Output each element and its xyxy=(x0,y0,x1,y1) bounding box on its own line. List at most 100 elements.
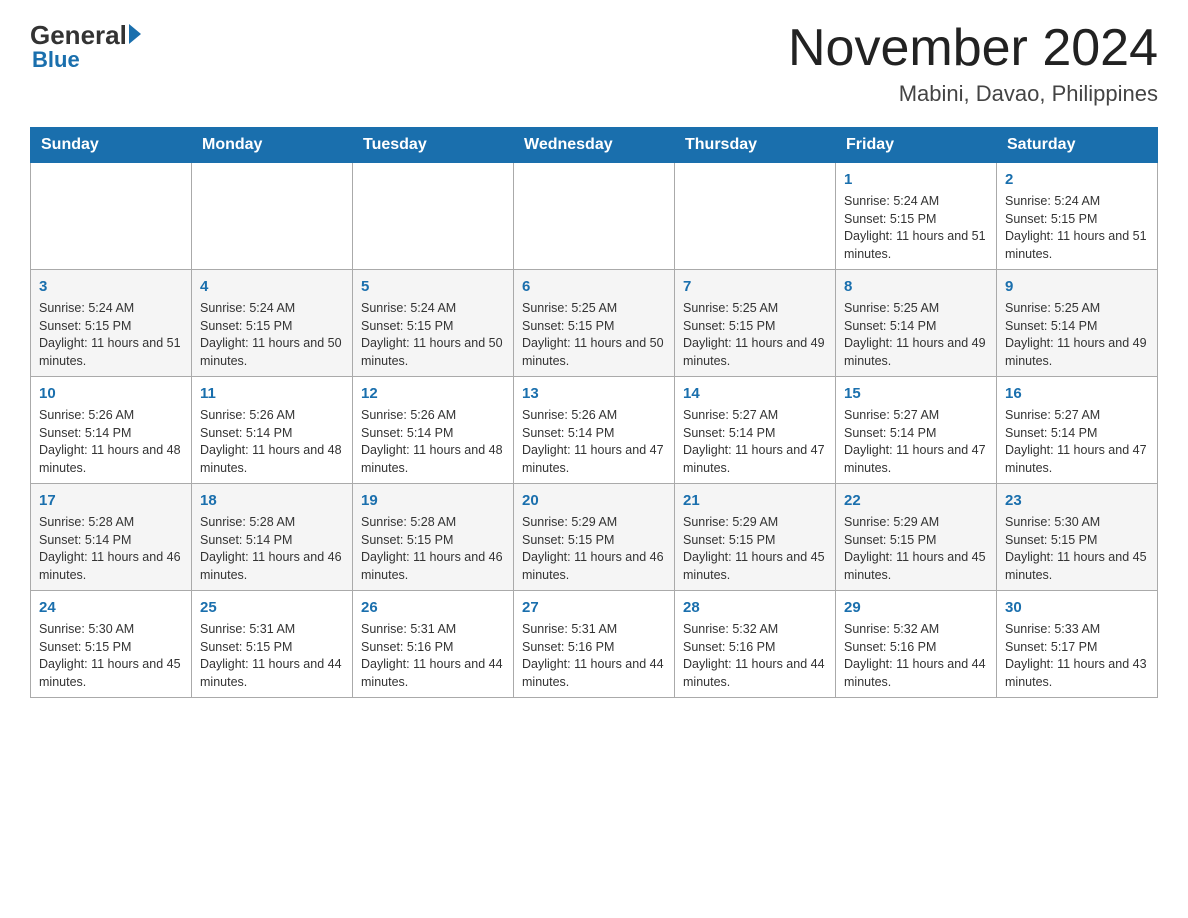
day-info: Daylight: 11 hours and 47 minutes. xyxy=(1005,442,1149,477)
calendar-header-thursday: Thursday xyxy=(675,128,836,163)
day-info: Sunrise: 5:25 AM xyxy=(522,300,666,318)
calendar-cell: 28Sunrise: 5:32 AMSunset: 5:16 PMDayligh… xyxy=(675,591,836,698)
day-info: Daylight: 11 hours and 50 minutes. xyxy=(522,335,666,370)
day-info: Sunset: 5:15 PM xyxy=(522,532,666,550)
day-info: Daylight: 11 hours and 46 minutes. xyxy=(39,549,183,584)
calendar-header-monday: Monday xyxy=(192,128,353,163)
day-info: Sunrise: 5:26 AM xyxy=(522,407,666,425)
calendar-cell: 13Sunrise: 5:26 AMSunset: 5:14 PMDayligh… xyxy=(514,377,675,484)
day-info: Sunrise: 5:29 AM xyxy=(844,514,988,532)
day-info: Sunset: 5:15 PM xyxy=(200,639,344,657)
month-title: November 2024 xyxy=(788,20,1158,77)
logo-blue: Blue xyxy=(32,47,80,73)
calendar-header-friday: Friday xyxy=(836,128,997,163)
calendar-cell: 26Sunrise: 5:31 AMSunset: 5:16 PMDayligh… xyxy=(353,591,514,698)
calendar-cell: 16Sunrise: 5:27 AMSunset: 5:14 PMDayligh… xyxy=(997,377,1158,484)
day-number: 8 xyxy=(844,276,988,297)
day-info: Sunrise: 5:28 AM xyxy=(39,514,183,532)
day-info: Sunrise: 5:25 AM xyxy=(844,300,988,318)
day-info: Daylight: 11 hours and 45 minutes. xyxy=(683,549,827,584)
day-info: Sunset: 5:14 PM xyxy=(1005,318,1149,336)
day-info: Sunset: 5:14 PM xyxy=(361,425,505,443)
day-number: 24 xyxy=(39,597,183,618)
day-info: Sunset: 5:14 PM xyxy=(522,425,666,443)
day-info: Sunset: 5:15 PM xyxy=(844,211,988,229)
calendar-cell: 6Sunrise: 5:25 AMSunset: 5:15 PMDaylight… xyxy=(514,270,675,377)
day-info: Sunrise: 5:29 AM xyxy=(522,514,666,532)
day-info: Sunrise: 5:30 AM xyxy=(39,621,183,639)
location-subtitle: Mabini, Davao, Philippines xyxy=(788,81,1158,107)
day-info: Sunset: 5:14 PM xyxy=(39,532,183,550)
day-info: Daylight: 11 hours and 44 minutes. xyxy=(683,656,827,691)
calendar-cell: 24Sunrise: 5:30 AMSunset: 5:15 PMDayligh… xyxy=(31,591,192,698)
calendar-cell: 11Sunrise: 5:26 AMSunset: 5:14 PMDayligh… xyxy=(192,377,353,484)
day-info: Sunrise: 5:24 AM xyxy=(844,193,988,211)
calendar-cell: 9Sunrise: 5:25 AMSunset: 5:14 PMDaylight… xyxy=(997,270,1158,377)
day-info: Daylight: 11 hours and 43 minutes. xyxy=(1005,656,1149,691)
day-info: Sunrise: 5:30 AM xyxy=(1005,514,1149,532)
calendar-cell: 17Sunrise: 5:28 AMSunset: 5:14 PMDayligh… xyxy=(31,484,192,591)
calendar-cell xyxy=(514,163,675,270)
day-info: Sunset: 5:17 PM xyxy=(1005,639,1149,657)
calendar-cell: 3Sunrise: 5:24 AMSunset: 5:15 PMDaylight… xyxy=(31,270,192,377)
day-number: 26 xyxy=(361,597,505,618)
day-info: Sunset: 5:15 PM xyxy=(1005,532,1149,550)
calendar-cell: 23Sunrise: 5:30 AMSunset: 5:15 PMDayligh… xyxy=(997,484,1158,591)
calendar-cell: 18Sunrise: 5:28 AMSunset: 5:14 PMDayligh… xyxy=(192,484,353,591)
day-number: 2 xyxy=(1005,169,1149,190)
day-info: Sunrise: 5:31 AM xyxy=(522,621,666,639)
day-number: 14 xyxy=(683,383,827,404)
day-number: 1 xyxy=(844,169,988,190)
day-info: Sunrise: 5:32 AM xyxy=(683,621,827,639)
day-info: Sunset: 5:14 PM xyxy=(200,532,344,550)
calendar-cell: 27Sunrise: 5:31 AMSunset: 5:16 PMDayligh… xyxy=(514,591,675,698)
day-info: Sunrise: 5:24 AM xyxy=(361,300,505,318)
calendar-table: SundayMondayTuesdayWednesdayThursdayFrid… xyxy=(30,127,1158,698)
day-info: Daylight: 11 hours and 44 minutes. xyxy=(844,656,988,691)
day-number: 10 xyxy=(39,383,183,404)
calendar-header-row: SundayMondayTuesdayWednesdayThursdayFrid… xyxy=(31,128,1158,163)
day-number: 16 xyxy=(1005,383,1149,404)
day-info: Daylight: 11 hours and 49 minutes. xyxy=(683,335,827,370)
calendar-week-row: 3Sunrise: 5:24 AMSunset: 5:15 PMDaylight… xyxy=(31,270,1158,377)
day-info: Sunset: 5:15 PM xyxy=(200,318,344,336)
calendar-cell: 8Sunrise: 5:25 AMSunset: 5:14 PMDaylight… xyxy=(836,270,997,377)
day-info: Sunset: 5:15 PM xyxy=(39,639,183,657)
day-number: 9 xyxy=(1005,276,1149,297)
calendar-week-row: 10Sunrise: 5:26 AMSunset: 5:14 PMDayligh… xyxy=(31,377,1158,484)
day-info: Daylight: 11 hours and 50 minutes. xyxy=(361,335,505,370)
day-info: Sunrise: 5:27 AM xyxy=(844,407,988,425)
day-number: 3 xyxy=(39,276,183,297)
day-info: Sunrise: 5:25 AM xyxy=(683,300,827,318)
calendar-cell: 25Sunrise: 5:31 AMSunset: 5:15 PMDayligh… xyxy=(192,591,353,698)
calendar-header-tuesday: Tuesday xyxy=(353,128,514,163)
day-info: Sunset: 5:16 PM xyxy=(522,639,666,657)
day-number: 19 xyxy=(361,490,505,511)
day-info: Sunrise: 5:28 AM xyxy=(200,514,344,532)
day-info: Sunrise: 5:27 AM xyxy=(683,407,827,425)
calendar-cell xyxy=(675,163,836,270)
day-number: 13 xyxy=(522,383,666,404)
day-number: 25 xyxy=(200,597,344,618)
calendar-week-row: 1Sunrise: 5:24 AMSunset: 5:15 PMDaylight… xyxy=(31,163,1158,270)
day-info: Sunrise: 5:31 AM xyxy=(200,621,344,639)
day-number: 21 xyxy=(683,490,827,511)
logo: General Blue xyxy=(30,20,141,73)
day-info: Sunset: 5:15 PM xyxy=(683,318,827,336)
day-info: Daylight: 11 hours and 49 minutes. xyxy=(844,335,988,370)
day-number: 18 xyxy=(200,490,344,511)
day-number: 28 xyxy=(683,597,827,618)
day-number: 5 xyxy=(361,276,505,297)
day-info: Sunrise: 5:27 AM xyxy=(1005,407,1149,425)
calendar-cell xyxy=(31,163,192,270)
day-number: 29 xyxy=(844,597,988,618)
day-info: Sunset: 5:15 PM xyxy=(361,318,505,336)
day-info: Sunset: 5:16 PM xyxy=(844,639,988,657)
calendar-cell: 30Sunrise: 5:33 AMSunset: 5:17 PMDayligh… xyxy=(997,591,1158,698)
day-info: Sunrise: 5:28 AM xyxy=(361,514,505,532)
day-info: Sunset: 5:15 PM xyxy=(39,318,183,336)
day-info: Daylight: 11 hours and 44 minutes. xyxy=(522,656,666,691)
calendar-cell: 10Sunrise: 5:26 AMSunset: 5:14 PMDayligh… xyxy=(31,377,192,484)
day-info: Sunset: 5:16 PM xyxy=(361,639,505,657)
calendar-cell: 22Sunrise: 5:29 AMSunset: 5:15 PMDayligh… xyxy=(836,484,997,591)
